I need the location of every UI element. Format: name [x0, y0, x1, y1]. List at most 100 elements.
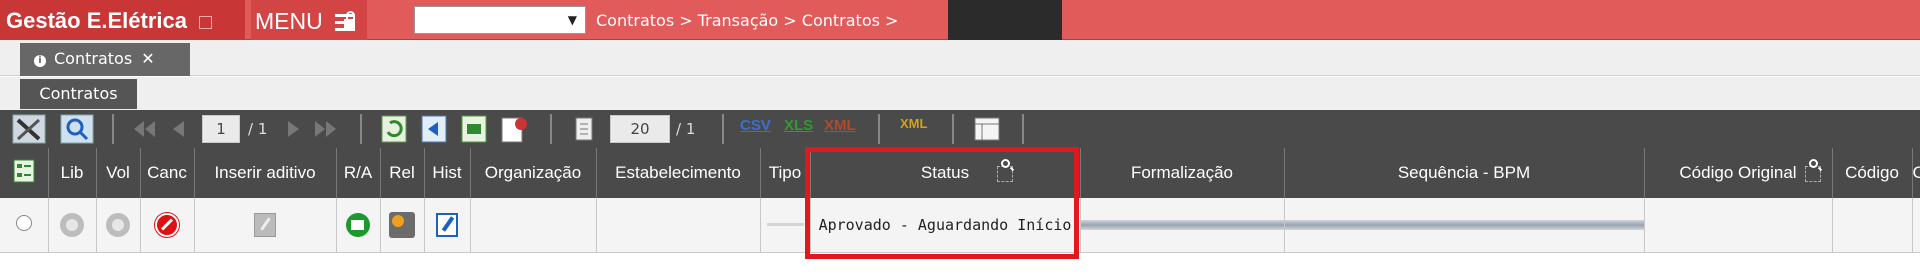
hist-cell[interactable]: [424, 198, 471, 253]
column-header-codigo[interactable]: Código: [1832, 148, 1913, 198]
column-header-estabelecimento[interactable]: Estabelecimento: [596, 148, 761, 198]
column-header-organizacao[interactable]: Organização: [470, 148, 597, 198]
chevron-down-icon: ▼: [567, 13, 577, 27]
column-header-lib[interactable]: Lib: [48, 148, 97, 198]
lock-button[interactable]: [332, 0, 368, 40]
column-header-codigo-original[interactable]: Código Original: [1644, 148, 1833, 198]
c-cell: [1912, 198, 1920, 253]
sub-tab-contratos[interactable]: Contratos: [20, 79, 137, 109]
bpm-sequence-bar: [1284, 220, 1643, 230]
info-icon: i: [34, 55, 46, 67]
sub-tab-strip: Contratos: [0, 77, 1920, 110]
tab-strip: i Contratos ✕: [0, 40, 1920, 76]
codigo-original-cell: [1644, 198, 1833, 253]
inserir-aditivo-cell[interactable]: [194, 198, 337, 253]
prev-page-icon[interactable]: [168, 114, 190, 144]
history-edit-icon[interactable]: [436, 212, 458, 237]
rel-cell[interactable]: [380, 198, 425, 253]
status-filter-icon[interactable]: [996, 159, 1013, 182]
column-header-vol[interactable]: Vol: [96, 148, 141, 198]
column-header-rel[interactable]: Rel: [380, 148, 425, 198]
status-cell: Aprovado - Aguardando Início: [810, 198, 1081, 253]
page-total: / 1: [248, 120, 268, 138]
app-title[interactable]: Gestão E.Elétrica: [0, 0, 245, 40]
export-xls-button[interactable]: XLS: [784, 114, 820, 144]
column-header-status-label: Status: [920, 163, 970, 182]
export-xml-button[interactable]: XML: [824, 114, 864, 144]
rows-total: / 1: [676, 120, 696, 138]
codigo-original-filter-icon[interactable]: [1804, 159, 1821, 182]
tab-contratos[interactable]: i Contratos ✕: [20, 43, 190, 76]
import-xml-button[interactable]: XML: [900, 114, 940, 144]
export-green-icon[interactable]: [460, 114, 488, 144]
column-header-ra[interactable]: R/A: [336, 148, 381, 198]
tab-contratos-label: Contratos: [54, 49, 133, 68]
column-header-inserir-aditivo[interactable]: Inserir aditivo: [194, 148, 337, 198]
formalizacao-track: [1080, 220, 1283, 230]
search-icon[interactable]: [60, 114, 94, 144]
rows-per-page-input[interactable]: 20: [610, 115, 670, 143]
select-all-icon[interactable]: [13, 159, 35, 183]
grid-header-row: Lib Vol Canc Inserir aditivo R/A Rel His…: [0, 148, 1920, 198]
toolbar-separator: [952, 114, 954, 144]
report-icon[interactable]: [389, 211, 415, 238]
column-header-status[interactable]: Status: [810, 148, 1081, 198]
ra-cell[interactable]: [336, 198, 381, 253]
magnifier-icon: [1808, 159, 1818, 168]
rows-per-page-icon: [575, 117, 593, 141]
grid-toolbar: 1 / 1 20 / 1 CSV XLS XML XML: [0, 110, 1920, 148]
estabelecimento-cell: [596, 198, 761, 253]
next-page-icon[interactable]: [282, 114, 304, 144]
column-header-c[interactable]: C: [1912, 148, 1920, 198]
toolbar-separator: [112, 114, 114, 144]
app-title-text: Gestão E.Elétrica: [6, 8, 187, 33]
columns-icon[interactable]: [972, 114, 1002, 144]
organizacao-cell: [470, 198, 597, 253]
back-icon[interactable]: [420, 114, 448, 144]
export-csv-button[interactable]: CSV: [740, 114, 780, 144]
magnifier-icon: [1000, 159, 1010, 168]
lib-action-icon[interactable]: [60, 212, 84, 237]
formalizacao-cell: [1080, 198, 1285, 253]
tools-icon[interactable]: [12, 114, 46, 144]
pin-icon[interactable]: [199, 16, 213, 29]
ra-action-icon[interactable]: [346, 212, 370, 237]
top-bar: Gestão E.Elétrica MENU ▼ Contratos > Tra…: [0, 0, 1920, 40]
vol-action-icon[interactable]: [106, 212, 130, 237]
column-header-canc[interactable]: Canc: [140, 148, 195, 198]
company-select[interactable]: ▼: [414, 6, 586, 34]
tipo-cell: [760, 198, 811, 253]
row-radio[interactable]: [15, 214, 32, 231]
codigo-cell: [1832, 198, 1913, 253]
lib-cell[interactable]: [48, 198, 97, 253]
vol-cell[interactable]: [96, 198, 141, 253]
canc-cell[interactable]: [140, 198, 195, 253]
close-icon[interactable]: ✕: [141, 49, 154, 68]
toolbar-separator: [722, 114, 724, 144]
refresh-icon[interactable]: [380, 114, 408, 144]
column-header-tipo[interactable]: Tipo: [760, 148, 811, 198]
column-header-hist[interactable]: Hist: [424, 148, 471, 198]
page-current-input[interactable]: 1: [202, 115, 240, 143]
sequencia-bpm-cell: [1284, 198, 1645, 253]
select-all-header[interactable]: [0, 148, 49, 198]
edit-document-icon[interactable]: [254, 212, 276, 237]
cancel-icon[interactable]: [155, 212, 179, 237]
column-header-formalizacao[interactable]: Formalização: [1080, 148, 1285, 198]
toolbar-separator: [550, 114, 552, 144]
toolbar-separator: [1022, 114, 1024, 144]
menu-label: MENU: [255, 8, 323, 34]
report-search-icon[interactable]: [500, 114, 532, 144]
toolbar-separator: [878, 114, 880, 144]
tipo-placeholder: [766, 223, 804, 226]
table-row[interactable]: Aprovado - Aguardando Início: [0, 198, 1920, 253]
breadcrumb[interactable]: Contratos > Transação > Contratos >: [596, 0, 898, 40]
breadcrumb-current-block: [948, 0, 1062, 40]
toolbar-separator: [360, 114, 362, 144]
last-page-icon[interactable]: [310, 114, 340, 144]
first-page-icon[interactable]: [130, 114, 160, 144]
contracts-grid: Lib Vol Canc Inserir aditivo R/A Rel His…: [0, 148, 1920, 253]
row-select-cell[interactable]: [0, 198, 49, 253]
column-header-sequencia-bpm[interactable]: Sequência - BPM: [1284, 148, 1645, 198]
column-header-codigo-original-label: Código Original: [1679, 163, 1797, 182]
